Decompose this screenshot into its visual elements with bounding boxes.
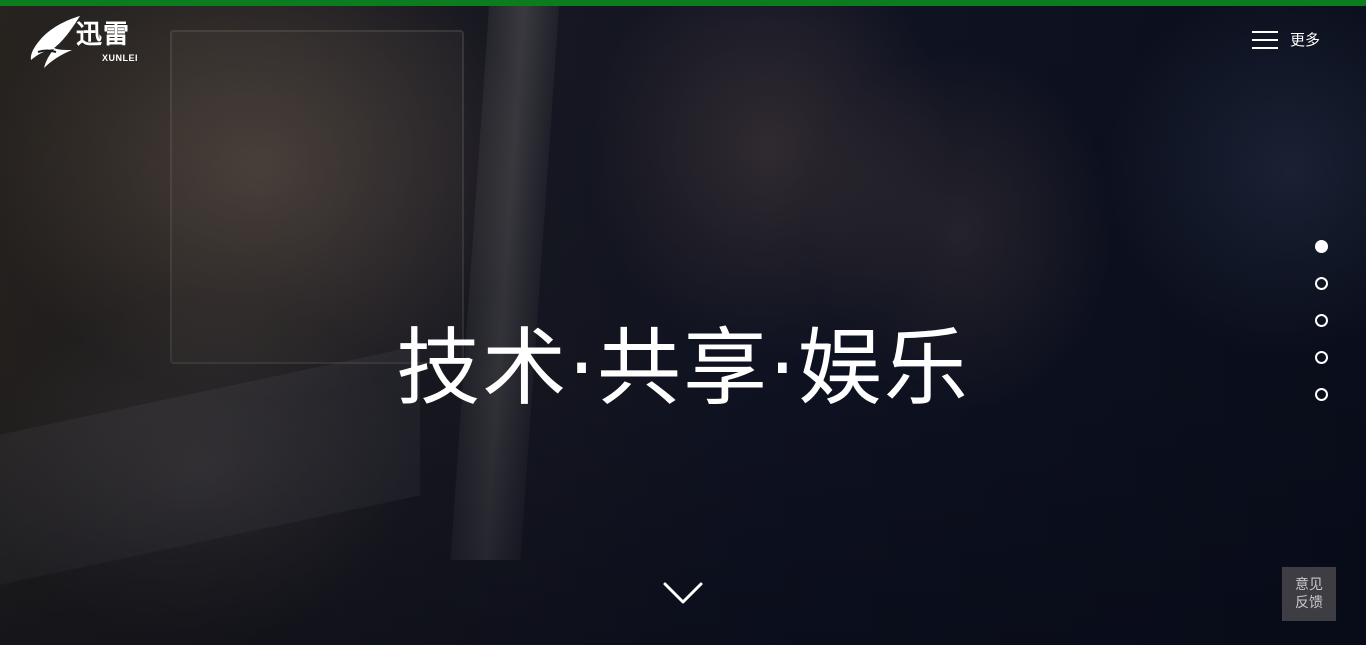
feedback-label-line2: 反馈 (1295, 595, 1323, 611)
slide-dot-2[interactable] (1315, 277, 1328, 290)
slide-dot-4[interactable] (1315, 351, 1328, 364)
logo-link[interactable]: 迅雷 XUNLEI (28, 14, 152, 70)
chevron-down-icon (663, 582, 703, 604)
xunlei-bird-logo-icon (30, 16, 80, 68)
slide-pagination (1315, 240, 1329, 425)
more-menu-button[interactable]: 更多 (1252, 29, 1320, 51)
logo-text: 迅雷 (76, 20, 131, 50)
logo-subtext: XUNLEI (102, 53, 139, 63)
feedback-label-line1: 意见 (1295, 577, 1323, 593)
slide-dot-5[interactable] (1315, 388, 1328, 401)
scroll-down-button[interactable] (662, 578, 704, 608)
top-accent-bar (0, 0, 1366, 6)
more-label: 更多 (1290, 31, 1321, 49)
hamburger-menu-icon (1252, 29, 1278, 51)
slide-dot-1[interactable] (1315, 240, 1328, 253)
hero-banner: 迅雷 XUNLEI 更多 技术·共享·娱乐 意见 反馈 (0, 0, 1366, 645)
hero-slogan: 技术·共享·娱乐 (396, 319, 970, 418)
feedback-button[interactable]: 意见 反馈 (1282, 567, 1336, 621)
slide-dot-3[interactable] (1315, 314, 1328, 327)
